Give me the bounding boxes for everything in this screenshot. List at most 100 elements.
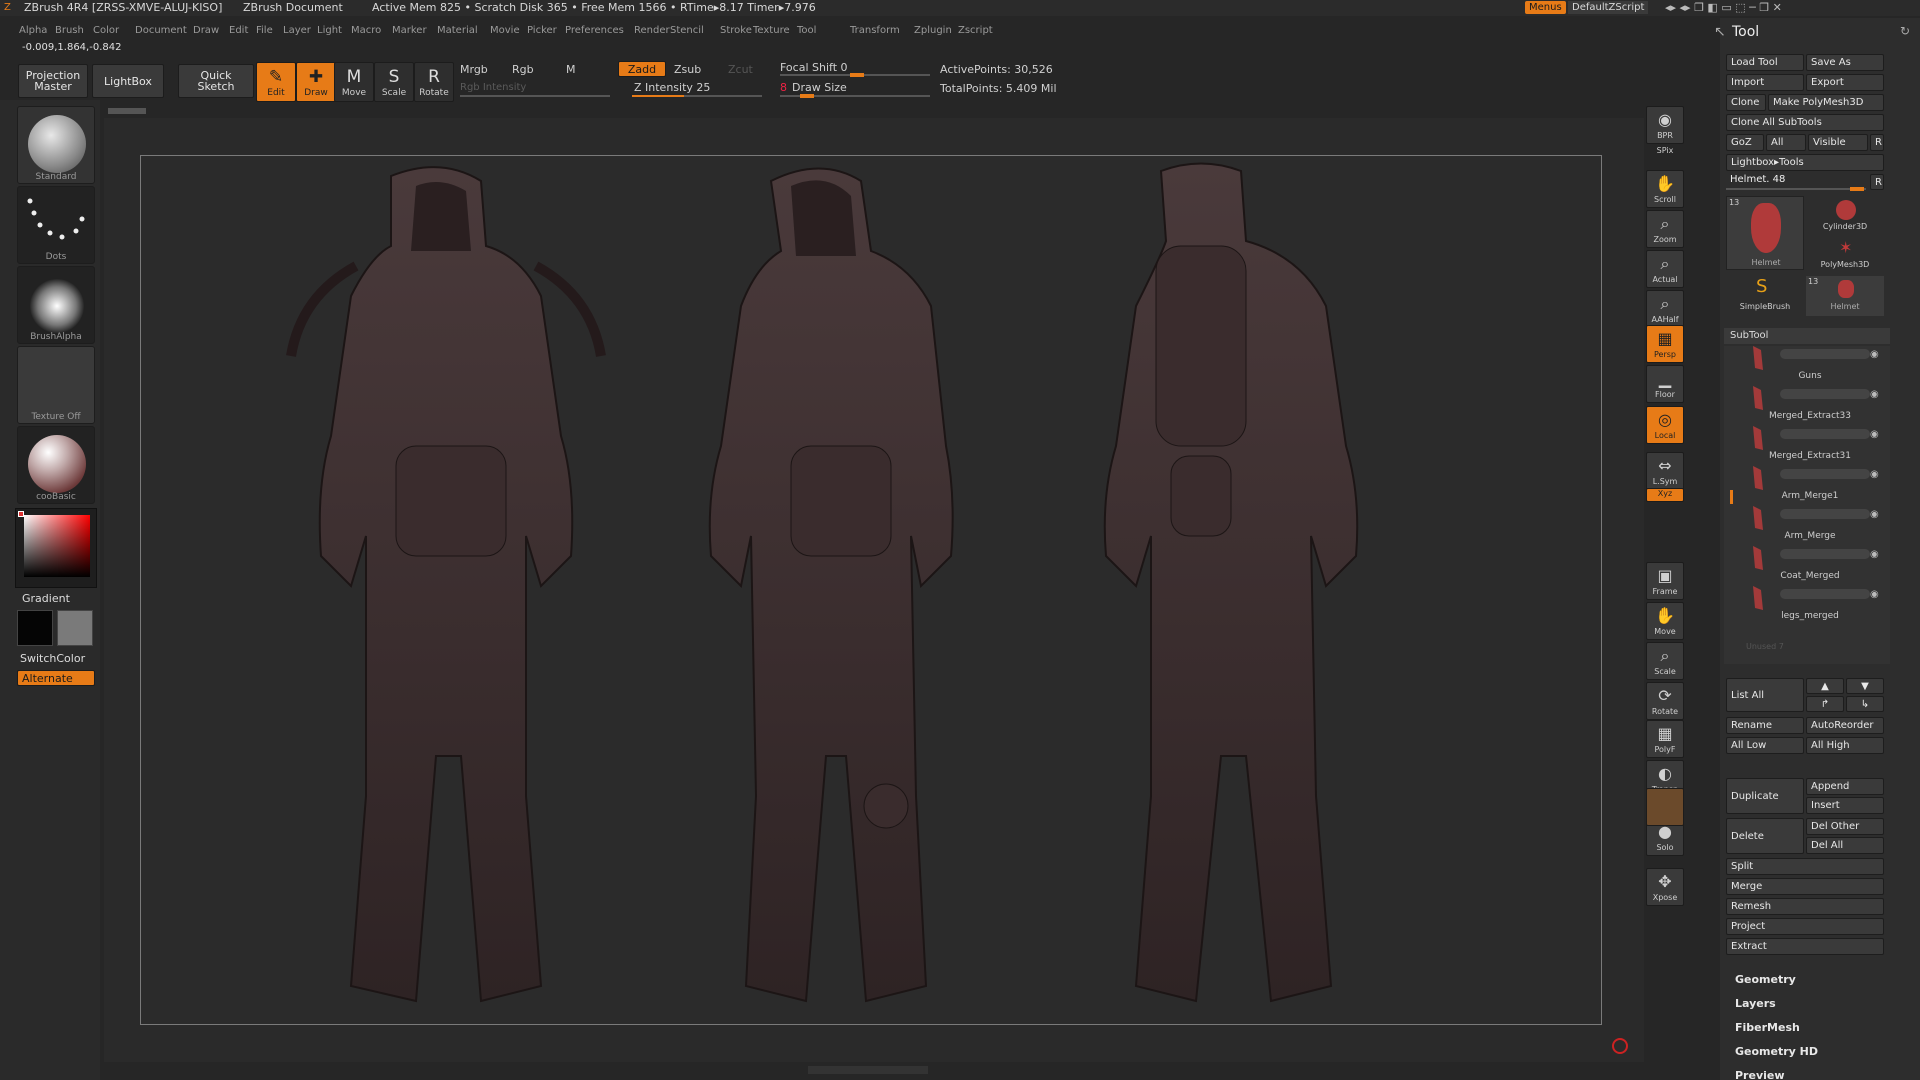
save-as-button[interactable]: Save As xyxy=(1806,54,1884,71)
refresh-icon[interactable]: ↻ xyxy=(1900,24,1910,38)
goz-visible-button[interactable]: Visible xyxy=(1808,134,1868,151)
fibermesh-menu[interactable]: FiberMesh xyxy=(1735,1021,1800,1034)
lightbox-tools-button[interactable]: Lightbox▸Tools xyxy=(1726,154,1884,171)
visibility-eye-icon[interactable]: ◉ xyxy=(1870,429,1879,440)
zsub-button[interactable]: Zsub xyxy=(674,63,701,76)
delete-button[interactable]: Delete xyxy=(1726,818,1804,854)
all-high-button[interactable]: All High xyxy=(1806,737,1884,754)
zcut-button[interactable]: Zcut xyxy=(728,63,753,76)
menu-edit[interactable]: Edit xyxy=(229,25,248,36)
viewport-scroll-handle[interactable] xyxy=(108,108,146,114)
menu-zscript[interactable]: Zscript xyxy=(958,25,993,36)
menu-stroke[interactable]: Stroke xyxy=(720,25,752,36)
focal-shift-thumb[interactable] xyxy=(850,73,864,77)
menu-picker[interactable]: Picker xyxy=(527,25,557,36)
default-zscript-button[interactable]: DefaultZScript xyxy=(1568,1,1649,14)
color-picker[interactable] xyxy=(15,508,97,588)
menu-document[interactable]: Document xyxy=(135,25,187,36)
menu-preferences[interactable]: Preferences xyxy=(565,25,624,36)
rename-button[interactable]: Rename xyxy=(1726,717,1804,734)
mrgb-button[interactable]: Mrgb xyxy=(460,63,488,76)
move-button[interactable]: ✋ Move xyxy=(1646,602,1684,640)
arrow-right-down-icon[interactable]: ↳ xyxy=(1846,696,1884,712)
edit-button[interactable]: ✎ Edit xyxy=(256,62,296,102)
menu-macro[interactable]: Macro xyxy=(351,25,381,36)
pin-icon[interactable]: ↖ xyxy=(1714,24,1726,40)
lightbox-button[interactable]: LightBox xyxy=(92,64,164,98)
rgb-button[interactable]: Rgb xyxy=(512,63,534,76)
menu-zplugin[interactable]: Zplugin xyxy=(914,25,952,36)
all-low-button[interactable]: All Low xyxy=(1726,737,1804,754)
goz-button[interactable]: GoZ xyxy=(1726,134,1764,151)
subtool-row[interactable]: ◉ Coat_Merged xyxy=(1730,544,1890,584)
menu-material[interactable]: Material xyxy=(437,25,478,36)
xpose-button[interactable]: ✥ Xpose xyxy=(1646,868,1684,906)
spix-button[interactable]: SPix xyxy=(1646,146,1684,160)
color-square[interactable] xyxy=(24,515,90,577)
draw-size-thumb[interactable] xyxy=(800,94,814,98)
tool-slider[interactable]: Helmet. 48 xyxy=(1730,174,1785,185)
subtool-toggles[interactable] xyxy=(1780,509,1870,519)
visibility-eye-icon[interactable]: ◉ xyxy=(1870,589,1879,600)
subtool-toggles[interactable] xyxy=(1780,429,1870,439)
split-menu[interactable]: Split xyxy=(1726,858,1884,875)
helmet-thumb[interactable]: 13 Helmet xyxy=(1726,196,1804,270)
floor-button[interactable]: ▁ Floor xyxy=(1646,365,1684,403)
menu-texture[interactable]: Texture xyxy=(753,25,790,36)
zoom-button[interactable]: ⌕ Zoom xyxy=(1646,210,1684,248)
tool-slider-r-button[interactable]: R xyxy=(1870,174,1884,190)
project-menu[interactable]: Project xyxy=(1726,918,1884,935)
visibility-eye-icon[interactable]: ◉ xyxy=(1870,469,1879,480)
aahalf-button[interactable]: ⌕ AAHalf xyxy=(1646,290,1684,328)
subtool-toggles[interactable] xyxy=(1780,469,1870,479)
menu-layer[interactable]: Layer xyxy=(283,25,311,36)
scale-button[interactable]: ⌕ Scale xyxy=(1646,642,1684,680)
append-button[interactable]: Append xyxy=(1806,778,1884,795)
menu-color[interactable]: Color xyxy=(93,25,119,36)
menu-file[interactable]: File xyxy=(256,25,273,36)
menu-stencil[interactable]: Stencil xyxy=(670,25,704,36)
m-button[interactable]: M xyxy=(566,63,576,76)
quick-sketch-button[interactable]: Quick Sketch xyxy=(178,64,254,98)
xyz-button[interactable]: Xyz xyxy=(1646,488,1684,502)
local-button[interactable]: ◎ Local xyxy=(1646,406,1684,444)
subtool-row[interactable]: ◉ legs_merged xyxy=(1730,584,1890,624)
menu-transform[interactable]: Transform xyxy=(850,25,900,36)
z-intensity-slider[interactable]: Z Intensity 25 xyxy=(634,81,710,94)
scroll-button[interactable]: ✋ Scroll xyxy=(1646,170,1684,208)
menu-movie[interactable]: Movie xyxy=(490,25,520,36)
subtool-row[interactable]: ◉ Merged_Extract33 xyxy=(1730,384,1890,424)
remesh-menu[interactable]: Remesh xyxy=(1726,898,1884,915)
insert-button[interactable]: Insert xyxy=(1806,797,1884,814)
texture-swatch[interactable] xyxy=(1646,788,1684,826)
move-up-icon[interactable]: ▲ xyxy=(1806,678,1844,694)
simplebrush-thumb[interactable]: S SimpleBrush xyxy=(1726,276,1804,316)
menu-brush[interactable]: Brush xyxy=(55,25,84,36)
subtool-toggles[interactable] xyxy=(1780,389,1870,399)
subtool-row[interactable]: ◉ Arm_Merge xyxy=(1730,504,1890,544)
menu-light[interactable]: Light xyxy=(317,25,342,36)
geometry-menu[interactable]: Geometry xyxy=(1735,973,1796,986)
menu-tool[interactable]: Tool xyxy=(797,25,816,36)
frame-button[interactable]: ▣ Frame xyxy=(1646,562,1684,600)
window-controls-icon[interactable]: ◂▸ ◂▸ ❐ ◧ ▭ ⬚ ─ ❐ ✕ xyxy=(1665,1,1782,14)
subtool-toggles[interactable] xyxy=(1780,589,1870,599)
menu-marker[interactable]: Marker xyxy=(392,25,427,36)
layers-menu[interactable]: Layers xyxy=(1735,997,1776,1010)
bottom-tray-handle[interactable] xyxy=(808,1066,928,1074)
export-button[interactable]: Export xyxy=(1806,74,1884,91)
clone-all-subtools-button[interactable]: Clone All SubTools xyxy=(1726,114,1884,131)
main-color-swatch[interactable] xyxy=(17,610,53,646)
preview-menu[interactable]: Preview xyxy=(1735,1069,1785,1080)
menu-draw[interactable]: Draw xyxy=(193,25,219,36)
visibility-eye-icon[interactable]: ◉ xyxy=(1870,549,1879,560)
del-all-button[interactable]: Del All xyxy=(1806,837,1884,854)
visibility-eye-icon[interactable]: ◉ xyxy=(1870,509,1879,520)
goz-r-button[interactable]: R xyxy=(1870,134,1884,151)
persp-button[interactable]: ▦ Persp xyxy=(1646,325,1684,363)
merge-menu[interactable]: Merge xyxy=(1726,878,1884,895)
actual-button[interactable]: ⌕ Actual xyxy=(1646,250,1684,288)
list-all-button[interactable]: List All xyxy=(1726,678,1804,712)
extract-menu[interactable]: Extract xyxy=(1726,938,1884,955)
gradient-label[interactable]: Gradient xyxy=(22,592,70,605)
